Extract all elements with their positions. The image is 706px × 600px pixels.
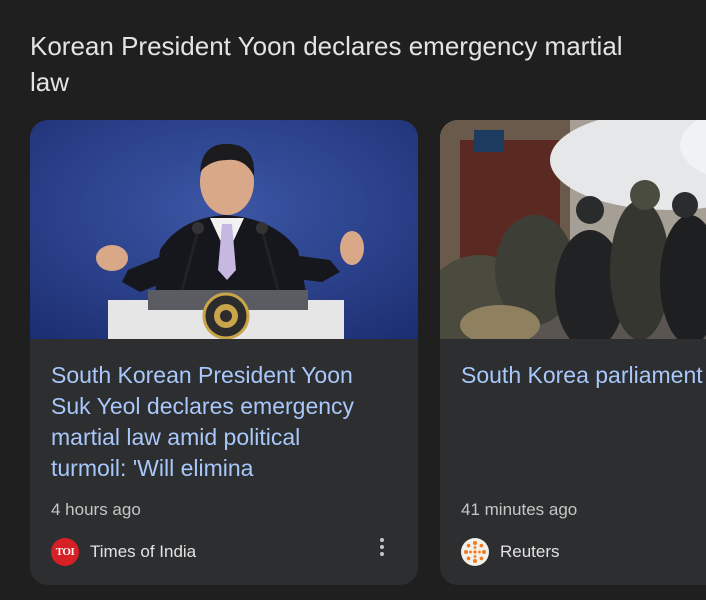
news-source[interactable]: TOI Times of India: [51, 538, 196, 566]
news-carousel[interactable]: South Korean President Yoon Suk Yeol dec…: [0, 120, 706, 600]
news-thumbnail[interactable]: [440, 120, 706, 339]
news-card[interactable]: South Korea parliament rejects president…: [440, 120, 706, 585]
news-thumbnail[interactable]: [30, 120, 418, 339]
president-podium-image: [30, 120, 418, 339]
source-name: Reuters: [500, 542, 560, 561]
section-title: Korean President Yoon declares emergency…: [30, 31, 623, 97]
soldiers-hallway-image: [440, 120, 706, 339]
news-topic-panel: Korean President Yoon declares emergency…: [0, 0, 706, 600]
news-headline[interactable]: South Korea parliament rejects president…: [461, 360, 706, 391]
news-headline[interactable]: South Korean President Yoon Suk Yeol dec…: [51, 360, 411, 484]
news-timestamp: 4 hours ago: [51, 500, 141, 519]
times-of-india-logo-icon: TOI: [51, 538, 79, 566]
news-timestamp: 41 minutes ago: [461, 500, 578, 519]
news-source[interactable]: Reuters: [461, 538, 560, 566]
more-options-icon[interactable]: [370, 532, 394, 562]
source-name: Times of India: [90, 542, 197, 561]
reuters-logo-icon: [461, 538, 489, 566]
news-card[interactable]: South Korean President Yoon Suk Yeol dec…: [30, 120, 418, 585]
